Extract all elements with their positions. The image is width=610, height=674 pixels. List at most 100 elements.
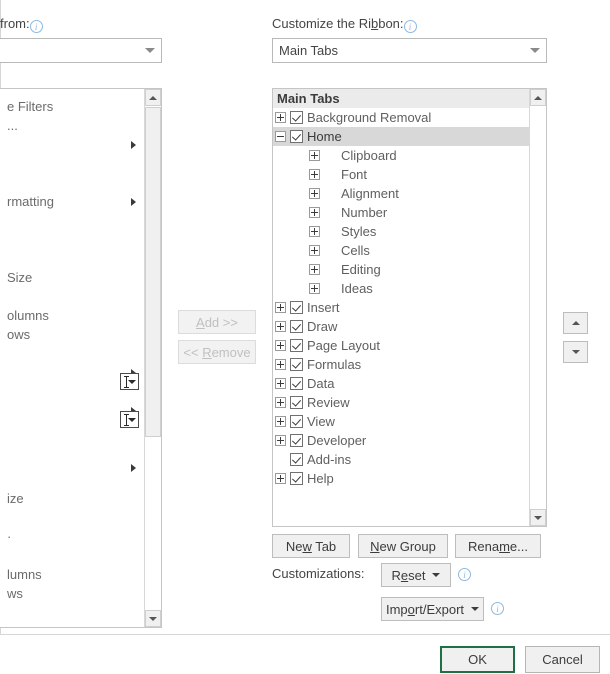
command-list-item[interactable]: rmatting [7,192,54,211]
command-list-item[interactable]: · [7,527,11,546]
expand-icon[interactable] [309,245,320,256]
expand-icon[interactable] [309,207,320,218]
ribbon-tree[interactable]: Main Tabs Background Removal Home Clipboard… [272,88,547,527]
tree-item-help[interactable]: Help [273,469,529,488]
tree-item-number[interactable]: Number [273,203,529,222]
command-list-item[interactable]: Size [7,268,32,287]
ok-button[interactable]: OK [440,646,515,673]
choose-commands-from-dropdown[interactable]: ls [0,38,162,63]
tree-item-checkbox[interactable] [290,472,303,485]
expand-icon[interactable] [275,397,286,408]
scroll-down-button[interactable] [145,610,161,627]
cancel-button[interactable]: Cancel [525,646,600,673]
tree-item-view[interactable]: View [273,412,529,431]
expand-icon[interactable] [309,226,320,237]
reset-button[interactable]: Reset [381,563,451,587]
tree-item-label: Add-ins [307,452,352,467]
expand-icon[interactable] [275,473,286,484]
rename-button[interactable]: Rename... [455,534,541,558]
info-icon[interactable]: i [403,20,417,33]
tree-item-ideas[interactable]: Ideas [273,279,529,298]
tree-item-draw[interactable]: Draw [273,317,529,336]
expand-icon[interactable] [275,416,286,427]
command-list-item[interactable]: e Filters [7,97,53,116]
tree-item-add-ins[interactable]: Add-ins [273,450,529,469]
ribbon-tree-scrollbar[interactable] [529,89,546,526]
chevron-down-icon [128,417,136,422]
remove-button[interactable]: << Remove [178,340,256,364]
info-icon[interactable]: i [491,602,504,615]
expand-icon[interactable] [275,359,286,370]
expand-icon[interactable] [275,112,286,123]
expand-icon[interactable] [309,264,320,275]
expand-icon[interactable] [275,435,286,446]
scroll-down-button[interactable] [530,509,546,526]
expand-icon[interactable] [309,283,320,294]
tree-item-checkbox[interactable] [290,453,303,466]
tree-item-checkbox[interactable] [290,358,303,371]
tree-item-data[interactable]: Data [273,374,529,393]
expand-icon[interactable] [275,340,286,351]
tree-header[interactable]: Main Tabs [273,89,529,108]
scroll-up-button[interactable] [530,89,546,106]
tree-item-font[interactable]: Font [273,165,529,184]
command-list-item[interactable]: ... [7,116,18,135]
command-list-item[interactable]: ws [7,584,23,603]
expand-icon[interactable] [309,169,320,180]
tree-item-review[interactable]: Review [273,393,529,412]
collapse-icon[interactable] [275,131,286,142]
tree-item-developer[interactable]: Developer [273,431,529,450]
tree-item-checkbox[interactable] [290,377,303,390]
tree-item-label: Data [307,376,335,391]
tree-item-clipboard[interactable]: Clipboard [273,146,529,165]
add-button-label: Add >> [196,314,238,330]
expand-icon[interactable] [275,378,286,389]
command-list-item[interactable]: ows [7,325,30,344]
new-group-button[interactable]: New Group [358,534,448,558]
tree-item-background-removal[interactable]: Background Removal [273,108,529,127]
move-up-button[interactable] [563,312,588,334]
info-icon[interactable]: i [29,20,43,33]
tree-item-checkbox[interactable] [290,396,303,409]
inline-dropdown-widget-1[interactable] [120,373,139,390]
tree-item-label: Alignment [341,186,399,201]
expand-icon[interactable] [309,188,320,199]
tree-item-alignment[interactable]: Alignment [273,184,529,203]
tree-item-cells[interactable]: Cells [273,241,529,260]
move-down-button[interactable] [563,341,588,363]
tree-item-checkbox[interactable] [290,111,303,124]
scrollbar-thumb[interactable] [145,107,161,437]
tree-item-page-layout[interactable]: Page Layout [273,336,529,355]
commands-list-scrollbar[interactable] [144,89,161,627]
command-list-item[interactable]: ize [7,489,24,508]
tree-item-label: Draw [307,319,338,334]
info-icon[interactable]: i [458,568,471,581]
tree-item-checkbox[interactable] [290,130,303,143]
tree-item-label: Ideas [341,281,373,296]
command-list-item[interactable]: olumns [7,306,49,325]
expand-icon[interactable] [309,150,320,161]
tree-item-label: Cells [341,243,370,258]
tree-item-label: Page Layout [307,338,381,353]
tree-item-insert[interactable]: Insert [273,298,529,317]
command-list-item[interactable]: lumns [7,565,42,584]
tree-item-checkbox[interactable] [290,320,303,333]
new-group-accesskey: N [370,538,380,554]
add-button[interactable]: Add >> [178,310,256,334]
tree-item-formulas[interactable]: Formulas [273,355,529,374]
tree-item-checkbox[interactable] [290,434,303,447]
commands-list[interactable]: e Filters... rmatting Size olumns ows ize · lum… [0,88,162,628]
import-export-button[interactable]: Import/Export [381,597,484,621]
scroll-up-button[interactable] [145,89,161,106]
tree-item-styles[interactable]: Styles [273,222,529,241]
new-tab-button[interactable]: New Tab [272,534,350,558]
expand-icon[interactable] [275,321,286,332]
customize-ribbon-dropdown[interactable]: Main Tabs [272,38,547,63]
inline-dropdown-widget-2[interactable] [120,411,139,428]
expand-icon[interactable] [275,302,286,313]
tree-item-editing[interactable]: Editing [273,260,529,279]
tree-item-checkbox[interactable] [290,301,303,314]
tree-item-checkbox[interactable] [290,415,303,428]
tree-item-checkbox[interactable] [290,339,303,352]
tree-item-home[interactable]: Home [273,127,529,146]
